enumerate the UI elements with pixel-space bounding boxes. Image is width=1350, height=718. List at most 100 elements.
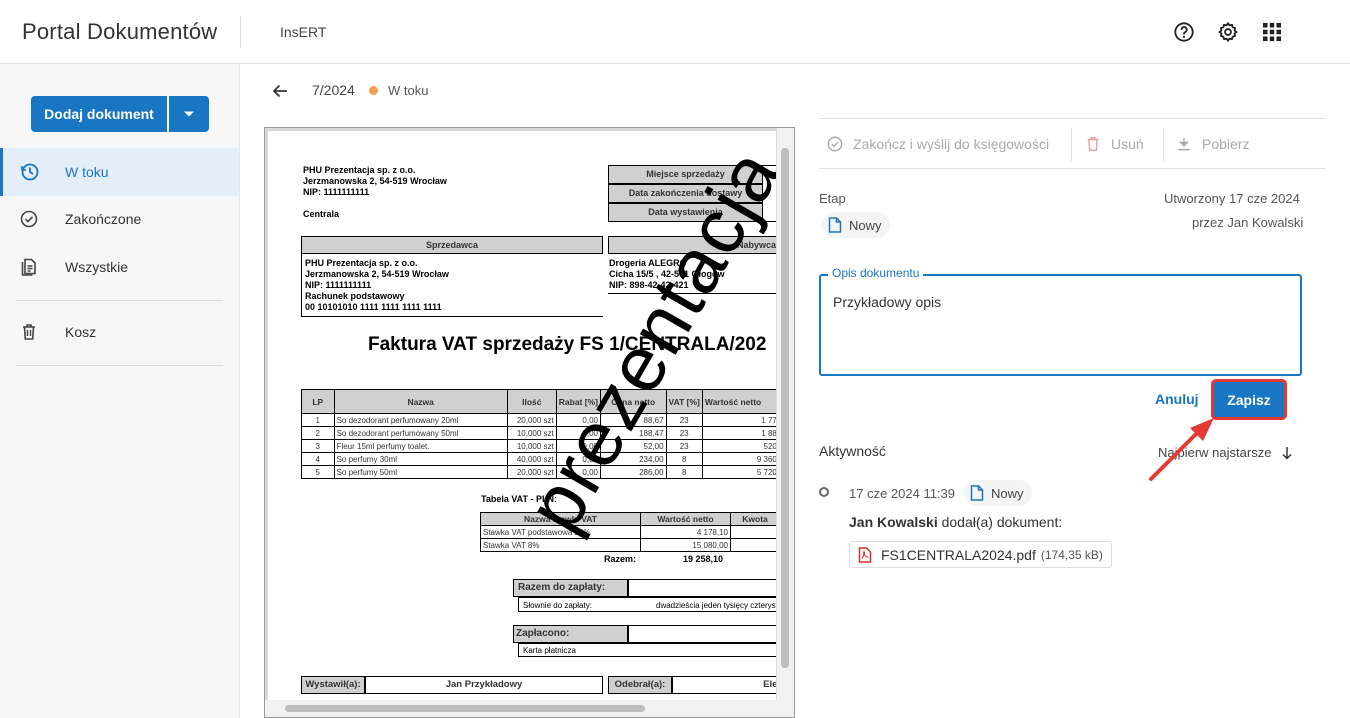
column-header: Wartość netto [701,389,776,414]
activity-text: Jan Kowalski dodał(a) dokument: [849,514,1062,530]
check-circle-icon [20,210,38,228]
description-label: Opis dokumentu [828,266,924,280]
in-words-value: dwadzieścia jeden tysięcy czterysta dw [656,601,776,610]
sidebar-item-zakonczone[interactable]: Zakończone [0,195,239,243]
scrollbar-thumb[interactable] [781,148,789,668]
caret-down-icon [184,111,194,117]
description-value[interactable]: Przykładowy opis [833,294,941,310]
sort-label: Najpierw najstarsze [1158,445,1272,460]
table-cell: 23 [665,413,703,427]
paid-label: Zapłacono: [513,625,628,643]
vat-total-label: Razem: [604,554,637,564]
stage-label: Etap [819,191,846,206]
sidebar-item-label: Kosz [65,324,97,340]
table-cell: 3 [301,439,335,453]
payment-method: Karta płatnicza [523,646,576,655]
document-status: W toku [388,83,429,98]
sidebar-item-label: W toku [65,164,109,180]
sidebar-item-wszystkie[interactable]: Wszystkie [0,243,239,291]
sidebar-item-label: Wszystkie [65,259,128,275]
sidebar: Dodaj dokument W toku Zakończone Wszystk… [0,64,240,718]
table-cell: Fleur 15ml perfumy toalet. [333,439,508,453]
scrollbar-thumb[interactable] [285,705,645,712]
table-cell: 520,00 [701,439,776,453]
activity-stage: Nowy [991,485,1024,501]
table-cell: 2 [301,426,335,440]
in-words-label: Słownie do zapłaty: [523,601,592,610]
vat-table: Nazwa stawki VAT Wartość netto Kwota Sta… [480,512,776,552]
table-cell: 4 [301,452,335,466]
add-document-dropdown-button[interactable] [169,96,209,132]
table-cell: 8 [665,465,703,479]
column-header: Nazwa [333,389,508,414]
invoice-seller: PHU Prezentacja sp. z o.o. Jerzmanowska 2… [305,258,449,312]
divider [16,300,223,301]
table-cell: So perfumy 50ml [333,465,508,479]
invoice-page: PHU Prezentacja sp. z o.o. Jerzmanowska 2… [268,131,776,701]
finish-and-send-button[interactable]: Zakończ i wyślij do księgowości [826,134,1049,154]
table-cell: Stawka VAT 8% [480,538,641,552]
column-header: LP [301,389,335,414]
column-header: Ilość [506,389,557,414]
table-cell: 23 [665,439,703,453]
invoice-branch: Centrala [303,209,340,219]
arrow-down-icon [1282,446,1292,460]
sort-button[interactable]: Najpierw najstarsze [1158,445,1293,460]
add-document-button[interactable]: Dodaj dokument [31,96,167,132]
apps-grid-icon[interactable] [1260,20,1284,44]
table-row: 1 So dezodorant perfumowany 20ml 20,000 … [301,413,776,427]
received-by: Eleon [672,676,776,694]
stage-value: Nowy [849,217,882,233]
app-title[interactable]: Portal Dokumentów [22,19,217,45]
column-header: Wartość netto [640,512,731,526]
divider [16,365,223,366]
pdf-file-icon [858,546,872,563]
status-dot [369,86,378,95]
gear-icon[interactable] [1216,20,1240,44]
vertical-scrollbar[interactable] [777,128,794,703]
top-bar: Portal Dokumentów InsERT [0,0,1350,64]
table-cell: So dezodorant perfumowany 20ml [333,413,508,427]
table-row: 2 So dezodorant perfumowany 50ml 10,000 … [301,426,776,440]
stage-chip: Nowy [822,212,890,238]
issued-by: Jan Przykładowy [365,676,603,694]
sidebar-item-kosz[interactable]: Kosz [0,308,239,356]
horizontal-scrollbar[interactable] [265,700,794,717]
table-cell: 4 178,10 [640,525,731,539]
cancel-button[interactable]: Anuluj [1147,389,1207,409]
table-cell: So dezodorant perfumowany 50ml [333,426,508,440]
document-preview[interactable]: PHU Prezentacja sp. z o.o. Jerzmanowska 2… [264,127,795,718]
seller-label: Sprzedawca [301,236,603,254]
table-cell: 15 080,00 [640,538,731,552]
delete-button[interactable]: Usuń [1084,134,1144,154]
sidebar-item-w-toku[interactable]: W toku [0,148,239,196]
add-document-button-group: Dodaj dokument [31,96,209,132]
activity-user[interactable]: Jan Kowalski [849,514,938,530]
download-button[interactable]: Pobierz [1176,134,1249,154]
activity-date: 17 cze 2024 11:39 [849,486,956,501]
to-pay-value [628,579,776,597]
divider [819,168,1326,169]
attachment-size: (174,35 kB) [1040,547,1103,562]
column-header: Kwota [730,512,776,526]
invoice-seller-header: PHU Prezentacja sp. z o.o. Jerzmanowska 2… [303,165,447,197]
download-label: Pobierz [1202,136,1250,152]
received-label: Odebrał(a): [608,676,672,694]
document-icon [970,485,984,501]
table-cell: 23 [665,426,703,440]
table-cell: 20,000 szt [506,413,557,427]
back-button[interactable] [270,80,290,102]
divider [240,16,241,48]
table-cell [730,538,776,552]
attachment-chip[interactable]: FS1CENTRALA2024.pdf (174,35 kB) [849,541,1112,568]
trash-icon [1087,136,1099,152]
divider [1071,128,1072,162]
table-cell: 1 773,4 [701,413,776,427]
help-icon[interactable] [1172,20,1196,44]
description-field[interactable] [819,274,1302,376]
check-circle-icon [827,136,843,152]
table-cell: 1 884,7 [701,426,776,440]
document-icon [828,217,842,233]
save-button[interactable]: Zapisz [1212,380,1286,419]
documents-icon [21,258,36,276]
